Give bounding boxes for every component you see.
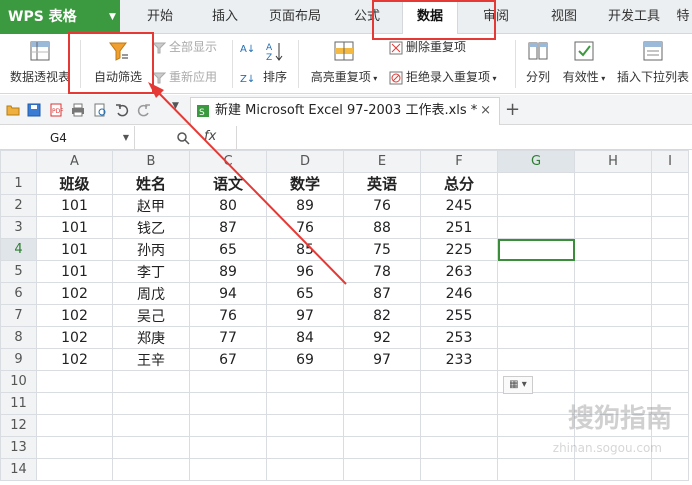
- annotation-arrow: [148, 82, 347, 285]
- wps-spreadsheet-window: WPS 表格 ▼ 开始 插入 页面布局 公式 数据 审阅 视图 开发工具 特 数…: [0, 0, 692, 485]
